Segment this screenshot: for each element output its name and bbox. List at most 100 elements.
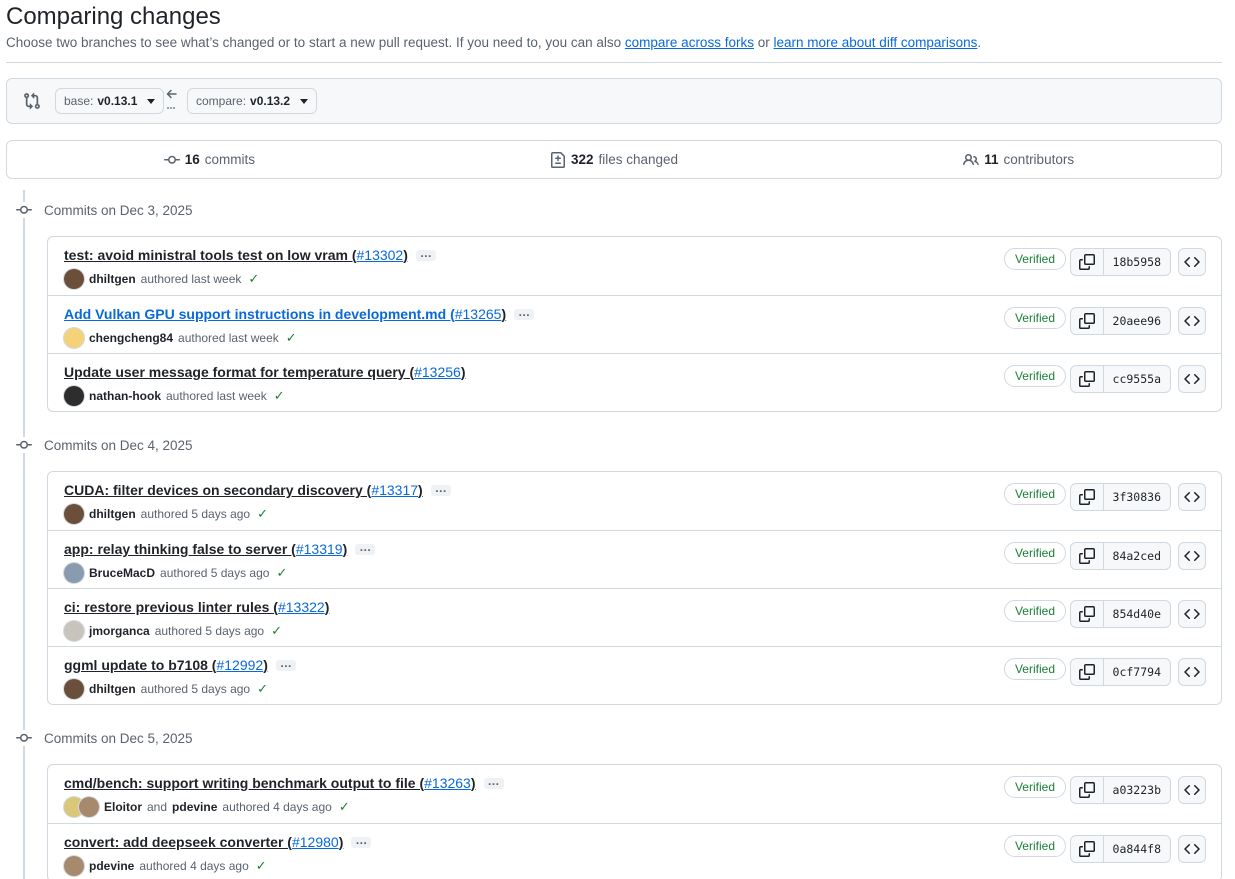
copy-sha-button[interactable] [1071,601,1104,627]
copy-sha-button[interactable] [1071,836,1104,862]
browse-files-button[interactable] [1178,307,1206,335]
commit-title-link[interactable]: convert: add deepseek converter ( [64,834,292,850]
compare-across-forks-link[interactable]: compare across forks [625,35,754,50]
check-icon[interactable]: ✓ [286,330,297,346]
copy-sha-button[interactable] [1071,366,1104,392]
commit-author[interactable]: dhiltgen [89,272,136,286]
commit-title-close[interactable]: ) [325,599,330,615]
learn-more-link[interactable]: learn more about diff comparisons [774,35,978,50]
check-icon[interactable]: ✓ [271,623,282,639]
browse-files-button[interactable] [1178,483,1206,511]
commit-title-close[interactable]: ) [461,364,466,380]
avatar[interactable] [64,679,84,699]
verified-badge[interactable]: Verified [1003,835,1066,857]
pull-request-link[interactable]: #13317 [371,482,418,498]
commit-author[interactable]: chengcheng84 [89,331,173,345]
commit-sha-link[interactable]: 18b5958 [1104,249,1170,275]
pull-request-link[interactable]: #12980 [292,834,339,850]
pull-request-link[interactable]: #13302 [357,247,404,263]
expand-message-button[interactable]: … [483,775,504,789]
commit-author[interactable]: pdevine [89,859,134,873]
browse-files-button[interactable] [1178,542,1206,570]
browse-files-button[interactable] [1178,365,1206,393]
copy-sha-button[interactable] [1071,484,1104,510]
pull-request-link[interactable]: #13322 [278,599,325,615]
commits-tab[interactable]: 16 commits [7,141,412,178]
commit-title-close[interactable]: ) [343,541,348,557]
pull-request-link[interactable]: #13319 [296,541,343,557]
commit-title-link[interactable]: ggml update to b7108 ( [64,657,216,673]
verified-badge[interactable]: Verified [1003,248,1066,270]
commit-author[interactable]: jmorganca [89,624,150,638]
check-icon[interactable]: ✓ [274,388,285,404]
commit-title-link[interactable]: CUDA: filter devices on secondary discov… [64,482,371,498]
verified-badge[interactable]: Verified [1003,483,1066,505]
base-branch-select[interactable]: base: v0.13.1 [55,88,165,114]
avatar[interactable] [64,269,84,289]
check-icon[interactable]: ✓ [248,271,259,287]
avatar[interactable] [64,621,84,641]
verified-badge[interactable]: Verified [1003,307,1066,329]
pull-request-link[interactable]: #13256 [414,364,461,380]
copy-sha-button[interactable] [1071,249,1104,275]
commit-title-link[interactable]: Add Vulkan GPU support instructions in d… [64,306,455,322]
avatar[interactable] [64,856,84,876]
commit-coauthor[interactable]: pdevine [172,800,217,814]
commit-sha-link[interactable]: 0a844f8 [1104,836,1170,862]
expand-message-button[interactable]: … [514,306,535,320]
commit-sha-link[interactable]: 854d40e [1104,601,1170,627]
compare-branch-select[interactable]: compare: v0.13.2 [187,88,318,114]
commit-sha-link[interactable]: 0cf7794 [1104,659,1170,685]
avatar[interactable] [64,328,84,348]
commit-title-close[interactable]: ) [403,247,408,263]
verified-badge[interactable]: Verified [1003,776,1066,798]
commit-author[interactable]: Eloitor [104,800,142,814]
avatar[interactable] [64,563,84,583]
commit-title-close[interactable]: ) [418,482,423,498]
check-icon[interactable]: ✓ [339,799,350,815]
commit-sha-link[interactable]: 20aee96 [1104,308,1170,334]
commit-sha-link[interactable]: 3f30836 [1104,484,1170,510]
commit-title-link[interactable]: cmd/bench: support writing benchmark out… [64,775,424,791]
check-icon[interactable]: ✓ [276,565,287,581]
avatar[interactable] [64,504,84,524]
contributors-tab[interactable]: 11 contributors [816,141,1221,178]
verified-badge[interactable]: Verified [1003,542,1066,564]
verified-badge[interactable]: Verified [1003,658,1066,680]
avatar[interactable] [79,797,99,817]
pull-request-link[interactable]: #12992 [216,657,263,673]
browse-files-button[interactable] [1178,248,1206,276]
commit-title-close[interactable]: ) [501,306,506,322]
expand-message-button[interactable]: … [430,482,451,496]
commit-sha-link[interactable]: a03223b [1104,777,1170,803]
files-changed-tab[interactable]: 322 files changed [412,141,817,178]
commit-title-link[interactable]: ci: restore previous linter rules ( [64,599,278,615]
expand-message-button[interactable]: … [415,247,436,261]
expand-message-button[interactable]: … [351,834,372,848]
browse-files-button[interactable] [1178,776,1206,804]
copy-sha-button[interactable] [1071,777,1104,803]
copy-sha-button[interactable] [1071,543,1104,569]
commit-author[interactable]: dhiltgen [89,682,136,696]
commit-sha-link[interactable]: cc9555a [1104,366,1170,392]
avatar[interactable] [64,386,84,406]
expand-message-button[interactable]: … [275,657,296,671]
check-icon[interactable]: ✓ [257,681,268,697]
browse-files-button[interactable] [1178,658,1206,686]
check-icon[interactable]: ✓ [257,506,268,522]
check-icon[interactable]: ✓ [256,858,267,874]
browse-files-button[interactable] [1178,600,1206,628]
commit-title-close[interactable]: ) [471,775,476,791]
copy-sha-button[interactable] [1071,659,1104,685]
commit-author[interactable]: BruceMacD [89,566,155,580]
expand-message-button[interactable]: … [355,541,376,555]
verified-badge[interactable]: Verified [1003,600,1066,622]
copy-sha-button[interactable] [1071,308,1104,334]
commit-title-close[interactable]: ) [339,834,344,850]
commit-sha-link[interactable]: 84a2ced [1104,543,1170,569]
commit-author[interactable]: dhiltgen [89,507,136,521]
pull-request-link[interactable]: #13263 [424,775,471,791]
commit-title-link[interactable]: app: relay thinking false to server ( [64,541,296,557]
commit-title-close[interactable]: ) [263,657,268,673]
verified-badge[interactable]: Verified [1003,365,1066,387]
